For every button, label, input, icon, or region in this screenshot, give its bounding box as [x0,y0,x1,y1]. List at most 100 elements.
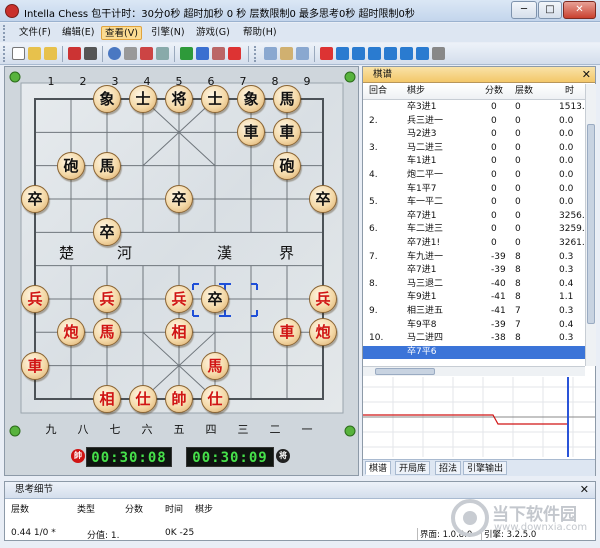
table-row[interactable]: 5. 车一平二 0 0 0.0 [363,196,585,210]
col-header-round[interactable]: 回合 [369,84,387,99]
menu-game[interactable]: 游戏(G) [193,26,233,40]
record-vscrollbar[interactable] [585,84,596,366]
table-row[interactable]: 10. 马二进四 -38 8 0.3 [363,332,585,346]
red-piece[interactable]: 車 [21,351,49,380]
flag-icon[interactable] [228,47,241,60]
black-piece[interactable]: 馬 [273,85,301,113]
prev-move-icon[interactable] [352,47,365,60]
last-move-icon[interactable] [416,47,429,60]
menu-engine[interactable]: 引擎(N) [148,26,188,40]
record-table[interactable]: 卒3进1 0 0 1513. 2. 兵三进一 0 0 0.0 马2进3 0 0 0.0 3. 马二进三 0 0 0… [363,101,585,365]
xiangqi-board[interactable] [5,67,360,477]
col-header-time[interactable]: 时间 [165,502,183,515]
toolbar-gripper[interactable] [3,46,6,62]
black-piece[interactable]: 卒 [309,184,337,213]
print-icon[interactable] [84,47,97,60]
table-row[interactable]: 卒7进1 0 0 3256. [363,210,585,224]
red-piece[interactable]: 相 [93,384,121,413]
black-piece[interactable]: 卒 [21,184,49,213]
red-piece[interactable]: 帥 [165,384,193,413]
back-icon[interactable] [368,47,381,60]
maximize-button[interactable]: □ [538,1,562,19]
table-row[interactable]: 卒7进1! 0 0 3261. [363,237,585,251]
menu-edit[interactable]: 编辑(E) [59,26,97,40]
table-row[interactable]: 7. 车九进一 -39 8 0.3 [363,251,585,265]
more-icon[interactable] [432,47,445,60]
red-piece[interactable]: 仕 [129,384,157,413]
menu-gripper[interactable] [3,25,6,41]
col-header-score[interactable]: 分数 [485,84,503,99]
table-row[interactable]: 8. 马三退二 -40 8 0.4 [363,278,585,292]
minimize-button[interactable]: ─ [511,1,537,19]
red-piece[interactable]: 兵 [93,284,121,313]
search-icon[interactable] [108,47,121,60]
tab-engine-output[interactable]: 引擎输出 [463,461,508,475]
close-icon[interactable]: ✕ [582,67,591,82]
black-piece[interactable]: 砲 [273,151,301,180]
black-piece[interactable]: 砲 [57,151,85,180]
scroll-thumb[interactable] [587,124,595,324]
tab-record[interactable]: 棋谱 [365,461,392,475]
black-piece[interactable]: 卒 [165,184,193,213]
col-header-type[interactable]: 类型 [77,502,95,515]
table-row[interactable]: 车1平7 0 0 0.0 [363,183,585,197]
cancel-icon[interactable] [140,47,153,60]
table-row[interactable]: 车1进1 0 0 0.0 [363,155,585,169]
record-hscrollbar[interactable] [363,366,585,376]
cut-icon[interactable] [212,47,225,60]
table-row[interactable]: 马2进3 0 0 0.0 [363,128,585,142]
open-icon[interactable] [28,47,41,60]
red-piece[interactable]: 馬 [201,351,229,380]
black-piece[interactable]: 象 [93,85,121,113]
black-piece[interactable]: 将 [165,85,193,113]
edit-icon[interactable] [156,47,169,60]
save-icon[interactable] [68,47,81,60]
cell-d: 8 [515,333,521,344]
table-row[interactable]: 9. 相三进五 -41 7 0.3 [363,305,585,319]
black-piece[interactable]: 馬 [93,151,121,180]
folder-icon[interactable] [44,47,57,60]
red-piece[interactable]: 仕 [201,384,229,413]
black-piece[interactable]: 卒 [201,284,229,313]
settings-icon[interactable] [124,47,137,60]
table-row[interactable]: 卒3进1 0 0 1513. [363,101,585,115]
menu-help[interactable]: 帮助(H) [240,26,280,40]
table-row[interactable]: 卒7进1 -39 8 0.3 [363,264,585,278]
copy-icon[interactable] [264,47,277,60]
col-header-move[interactable]: 棋步 [407,84,425,99]
scroll-thumb[interactable] [375,368,435,375]
col-header-move[interactable]: 棋步 [195,502,213,515]
menu-view[interactable]: 查看(V) [101,26,142,40]
col-header-score[interactable]: 分数 [125,502,143,515]
undo-icon[interactable] [320,47,333,60]
red-piece[interactable]: 兵 [309,284,337,313]
col-header-depth[interactable]: 层数 [11,502,29,515]
red-piece[interactable]: 兵 [165,284,193,313]
first-move-icon[interactable] [336,47,349,60]
col-header-time[interactable]: 时 [565,84,574,99]
next-move-icon[interactable] [400,47,413,60]
table-row[interactable]: 4. 炮二平一 0 0 0.0 [363,169,585,183]
table-row[interactable]: 6. 车二进三 0 0 3259. [363,223,585,237]
table-row[interactable]: 3. 马二进三 0 0 0.0 [363,142,585,156]
tab-moves[interactable]: 招法 [435,461,462,475]
table-row[interactable]: 卒7平6 [363,345,585,360]
table-row[interactable]: 车9进1 -41 8 1.1 [363,291,585,305]
close-button[interactable]: ✕ [563,1,596,19]
col-header-depth[interactable]: 层数 [515,84,533,99]
toolbar-gripper[interactable] [254,46,257,62]
forward-icon[interactable] [384,47,397,60]
paste-icon[interactable] [280,47,293,60]
menu-file[interactable]: 文件(F) [16,26,54,40]
engine-run-icon[interactable] [180,47,193,60]
board-icon[interactable] [296,47,309,60]
engine-icon[interactable] [196,47,209,60]
table-row[interactable]: 2. 兵三进一 0 0 0.0 [363,115,585,129]
black-piece[interactable]: 象 [237,85,265,113]
black-piece[interactable]: 士 [129,85,157,113]
tab-opening-book[interactable]: 开局库 [395,461,431,475]
new-icon[interactable] [12,47,25,60]
red-piece[interactable]: 兵 [21,284,49,313]
black-piece[interactable]: 士 [201,85,229,113]
table-row[interactable]: 车9平8 -39 7 0.4 [363,319,585,333]
